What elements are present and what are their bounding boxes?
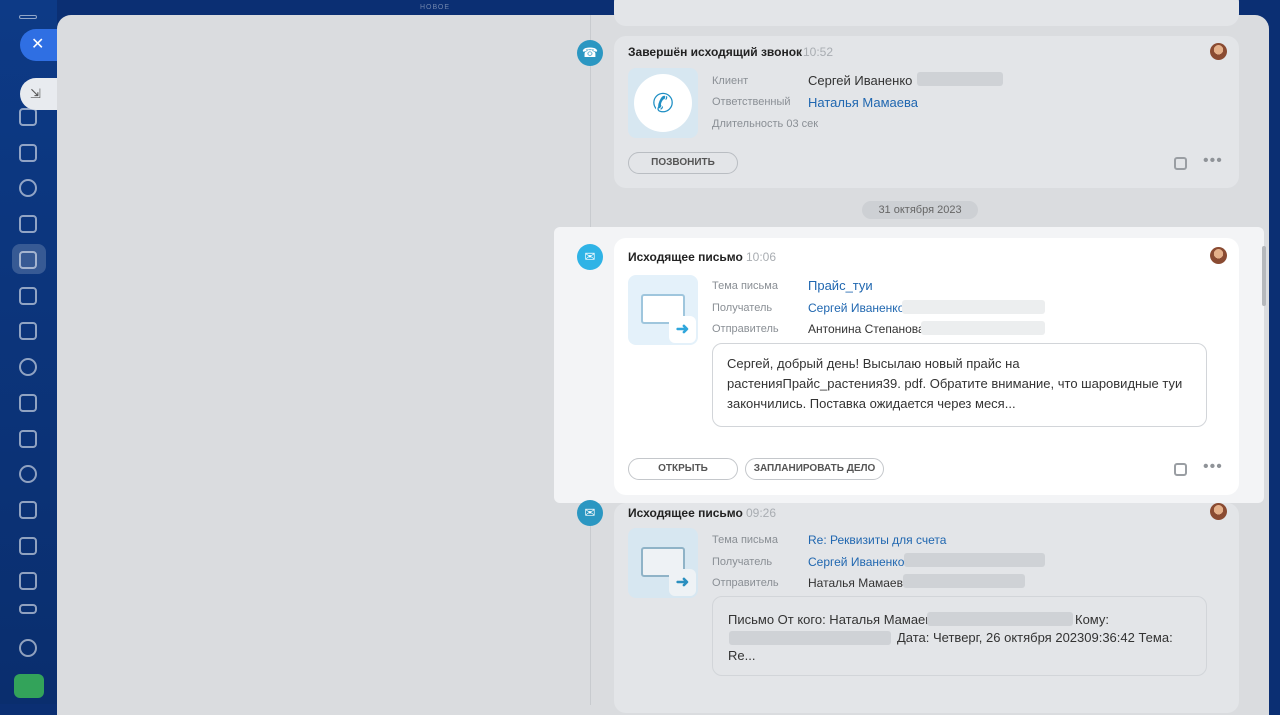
mail-nav-icon[interactable] xyxy=(19,287,37,305)
calendar-nav-icon[interactable] xyxy=(19,604,37,614)
note-icon[interactable] xyxy=(1174,463,1187,476)
subject-label: Тема письма xyxy=(712,280,778,292)
chat-nav-icon[interactable] xyxy=(19,144,37,162)
blurred-email xyxy=(921,321,1045,335)
note-icon[interactable] xyxy=(1174,157,1187,170)
responsible-value[interactable]: Наталья Мамаева xyxy=(808,95,918,110)
email-body-preview[interactable]: Сергей, добрый день! Высылаю новый прайс… xyxy=(712,343,1207,427)
subject-link[interactable]: Re: Реквизиты для счета xyxy=(808,533,946,547)
gear-icon[interactable] xyxy=(19,639,37,657)
collapse-slider-button[interactable]: ⇲ xyxy=(20,78,57,110)
subject-label: Тема письма xyxy=(712,534,778,546)
more-icon[interactable]: ••• xyxy=(1203,458,1223,476)
sender-label: Отправитель xyxy=(712,577,779,589)
email-card-time: 10:06 xyxy=(746,250,777,264)
phone-icon: ☎ xyxy=(577,40,603,66)
blurred-email xyxy=(729,631,891,645)
tasks-nav-icon[interactable] xyxy=(19,108,37,126)
scrollbar[interactable] xyxy=(1262,246,1266,306)
subject-link[interactable]: Прайс_туи xyxy=(808,278,873,293)
blurred-phone xyxy=(917,72,1003,86)
document-nav-icon[interactable] xyxy=(19,501,37,519)
call-card-time: 10:52 xyxy=(803,45,834,59)
email-thumbnail: ➜ xyxy=(628,528,698,598)
mail-icon: ✉ xyxy=(577,244,603,270)
client-value[interactable]: Сергей Иваненко xyxy=(808,73,912,88)
open-button[interactable]: ОТКРЫТЬ xyxy=(628,458,738,480)
docs-nav-icon[interactable] xyxy=(19,215,37,233)
sender-value: Наталья Мамаева xyxy=(808,576,910,590)
body-line-1: Письмо От кого: Наталья Мамаева xyxy=(728,612,940,627)
payment-nav-icon[interactable] xyxy=(19,537,37,555)
sender-value: Антонина Степанова xyxy=(808,322,925,336)
recipient-label: Получатель xyxy=(712,302,773,314)
email-card-title: Исходящее письмо xyxy=(628,250,743,264)
users-nav-icon[interactable] xyxy=(19,465,37,483)
avatar[interactable] xyxy=(1210,43,1227,60)
call-card-title: Завершён исходящий звонок xyxy=(628,45,803,59)
more-icon[interactable]: ••• xyxy=(1203,152,1223,170)
email-body-preview[interactable]: Письмо От кого: Наталья Мамаева Кому: Да… xyxy=(712,596,1207,676)
phone-icon: ✆ xyxy=(634,74,692,132)
recipient-link[interactable]: Сергей Иваненко xyxy=(808,301,904,315)
menu-icon[interactable] xyxy=(19,15,37,19)
plan-task-button[interactable]: ЗАПЛАНИРОВАТЬ ДЕЛО xyxy=(745,458,884,480)
email-card-title: Исходящее письмо xyxy=(628,506,743,520)
checkbox-nav-icon[interactable] xyxy=(19,322,37,340)
avatar[interactable] xyxy=(1210,503,1227,520)
body-line-1-end: Кому: xyxy=(1075,612,1109,627)
previous-card-stub xyxy=(614,0,1239,26)
sign-nav-icon[interactable] xyxy=(19,394,37,412)
blurred-email xyxy=(902,300,1045,314)
body-line-3: Re... xyxy=(728,648,756,663)
store-nav-icon[interactable] xyxy=(14,674,44,698)
client-label: Клиент xyxy=(712,75,749,87)
email-thumbnail: ➜ xyxy=(628,275,698,345)
call-button[interactable]: ПОЗВОНИТЬ xyxy=(628,152,738,174)
body-line-2: Дата: Четверг, 26 октября 202309:36:42 Т… xyxy=(897,630,1173,645)
avatar[interactable] xyxy=(1210,247,1227,264)
call-thumbnail: ✆ xyxy=(628,68,698,138)
arrow-right-icon: ➜ xyxy=(669,316,696,343)
contact-card-nav-icon[interactable] xyxy=(19,430,37,448)
robot-nav-icon[interactable] xyxy=(19,572,37,590)
arrow-right-icon: ➜ xyxy=(669,569,696,596)
responsible-label: Ответственный xyxy=(712,96,791,108)
top-hint: НОВОЕ xyxy=(420,4,451,11)
date-separator: 31 октября 2023 xyxy=(862,201,978,219)
blurred-email xyxy=(903,574,1025,588)
recipient-link[interactable]: Сергей Иваненко xyxy=(808,555,904,569)
sender-label: Отправитель xyxy=(712,323,779,335)
blurred-email xyxy=(904,553,1045,567)
recipient-label: Получатель xyxy=(712,556,773,568)
email-card-time: 09:26 xyxy=(746,506,777,520)
blurred-email xyxy=(927,612,1073,626)
close-slider-button[interactable]: ✕ xyxy=(20,29,57,61)
mail-icon: ✉ xyxy=(577,500,603,526)
call-duration: Длительность 03 сек xyxy=(712,118,819,130)
feed-nav-icon[interactable] xyxy=(19,179,37,197)
target-nav-icon[interactable] xyxy=(19,358,37,376)
crm-nav-icon[interactable] xyxy=(19,251,37,269)
